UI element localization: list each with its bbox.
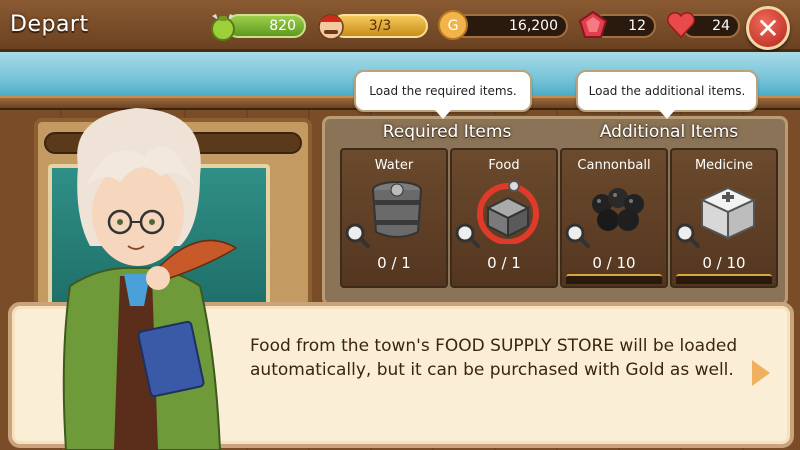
item-name: Water — [374, 158, 414, 173]
medicine-box-icon — [699, 186, 757, 240]
page-title: Depart — [10, 12, 89, 37]
required-items-title: Required Items — [382, 122, 512, 142]
item-slot-bar — [566, 274, 662, 284]
item-count: 0 / 10 — [702, 254, 746, 272]
item-count: 0 / 1 — [377, 254, 411, 272]
close-icon: ✕ — [756, 11, 780, 45]
cannonball-icon — [592, 188, 644, 231]
food-crate-icon — [477, 180, 539, 244]
additional-tooltip: Load the additional items. — [576, 70, 758, 119]
item-name: Cannonball — [577, 158, 651, 173]
captain-icon — [314, 8, 348, 42]
dialog-text: Food from the town's FOOD SUPPLY STORE w… — [250, 336, 738, 380]
magnifier-icon[interactable] — [564, 222, 590, 248]
next-arrow-icon[interactable] — [752, 360, 770, 386]
item-card-food[interactable]: Food 0 / 1 — [450, 148, 558, 288]
svg-text:G: G — [448, 18, 459, 34]
navigator-character — [62, 108, 238, 450]
magnifier-icon[interactable] — [674, 222, 700, 248]
item-name: Medicine — [694, 158, 754, 173]
item-card-cannonball[interactable]: Cannonball 0 / 10 — [560, 148, 668, 288]
required-tooltip: Load the required items. — [354, 70, 532, 119]
barrel-icon — [372, 181, 422, 238]
magnifier-icon[interactable] — [344, 222, 370, 248]
magnifier-icon[interactable] — [454, 222, 480, 248]
item-slot-bar — [676, 274, 772, 284]
item-count: 0 / 10 — [592, 254, 636, 272]
close-button[interactable]: ✕ — [746, 6, 790, 50]
energy-pouch-icon — [206, 8, 240, 42]
top-bar: Depart 820 3/3 16,200 G 12 24 ✕ — [0, 0, 800, 52]
item-name: Food — [488, 158, 520, 173]
additional-items-title: Additional Items — [599, 122, 739, 142]
item-card-water[interactable]: Water 0 / 1 — [340, 148, 448, 288]
item-count: 0 / 1 — [487, 254, 521, 272]
gold-coin-icon: G — [436, 8, 470, 42]
ruby-gem-icon — [576, 8, 610, 42]
item-card-medicine[interactable]: Medicine 0 / 10 — [670, 148, 778, 288]
heart-icon — [664, 8, 698, 42]
